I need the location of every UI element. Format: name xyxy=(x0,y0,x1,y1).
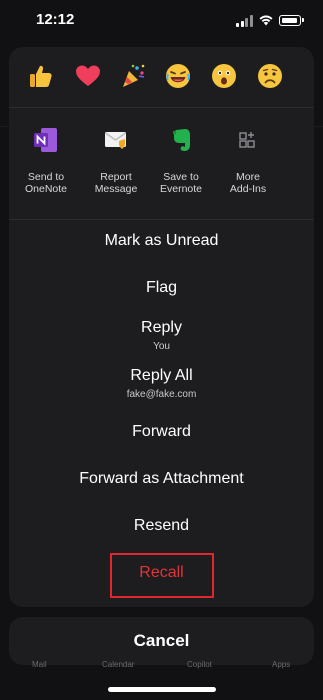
battery-icon xyxy=(279,15,304,26)
addin-label-line2: Evernote xyxy=(159,183,203,195)
report-message-button[interactable]: Report Message xyxy=(81,125,151,195)
sheet-divider xyxy=(9,107,314,108)
reactions-row xyxy=(9,47,314,107)
reply-all-action[interactable]: Reply All fake@fake.com xyxy=(9,366,314,401)
action-label: Forward as Attachment xyxy=(79,470,244,487)
action-sublabel: fake@fake.com xyxy=(126,389,197,400)
send-to-onenote-button[interactable]: Send to OneNote xyxy=(11,125,81,195)
wifi-icon xyxy=(259,15,273,26)
heart-icon[interactable] xyxy=(72,60,104,92)
tab-copilot: Copilot xyxy=(187,660,212,669)
sad-face-icon[interactable] xyxy=(254,60,286,92)
tab-mail: Mail xyxy=(32,660,47,669)
action-label: Forward xyxy=(132,423,191,440)
party-popper-icon[interactable] xyxy=(117,60,149,92)
status-bar: 12:12 xyxy=(0,0,323,44)
signal-icon xyxy=(236,15,254,27)
surprised-face-icon[interactable] xyxy=(208,60,240,92)
action-label: Mark as Unread xyxy=(104,232,219,249)
tab-calendar: Calendar xyxy=(102,660,135,669)
status-time: 12:12 xyxy=(36,11,75,28)
cancel-label: Cancel xyxy=(133,631,190,650)
addin-label-line1: More xyxy=(236,171,260,183)
background-tab-bar: Mail Calendar Copilot Apps xyxy=(0,660,323,674)
onenote-icon xyxy=(31,125,61,155)
addins-row: Send to OneNote Report Message Save to E… xyxy=(9,125,314,215)
action-sheet: Send to OneNote Report Message Save to E… xyxy=(9,47,314,607)
cancel-button[interactable]: Cancel xyxy=(9,617,314,665)
addin-label-line1: Report xyxy=(100,171,132,183)
sheet-divider xyxy=(9,219,314,220)
addin-label-line2: Add-Ins xyxy=(229,183,267,195)
report-message-icon xyxy=(101,125,131,155)
action-sublabel: You xyxy=(153,341,170,352)
evernote-icon xyxy=(166,125,196,155)
recall-action[interactable]: Recall xyxy=(9,563,314,583)
action-label: Recall xyxy=(139,564,184,581)
forward-action[interactable]: Forward xyxy=(9,422,314,442)
mark-as-unread-action[interactable]: Mark as Unread xyxy=(9,231,314,251)
more-addins-button[interactable]: More Add-Ins xyxy=(213,125,283,195)
resend-action[interactable]: Resend xyxy=(9,516,314,536)
action-label: Reply All xyxy=(130,367,193,384)
more-addins-icon xyxy=(233,125,263,155)
save-to-evernote-button[interactable]: Save to Evernote xyxy=(146,125,216,195)
action-label: Reply xyxy=(141,319,182,336)
addin-label-line2: OneNote xyxy=(24,183,68,195)
tab-apps: Apps xyxy=(272,660,291,669)
addin-label-line1: Send to xyxy=(27,171,65,183)
thumbs-up-icon[interactable] xyxy=(25,60,57,92)
flag-action[interactable]: Flag xyxy=(9,278,314,298)
addin-label-line1: Save to xyxy=(163,171,199,183)
home-indicator xyxy=(108,687,216,692)
reply-action[interactable]: Reply You xyxy=(9,318,314,353)
laughing-face-icon[interactable] xyxy=(162,60,194,92)
action-label: Resend xyxy=(133,517,190,534)
forward-as-attachment-action[interactable]: Forward as Attachment xyxy=(9,469,314,489)
action-label: Flag xyxy=(145,279,178,296)
addin-label-line2: Message xyxy=(94,183,138,195)
